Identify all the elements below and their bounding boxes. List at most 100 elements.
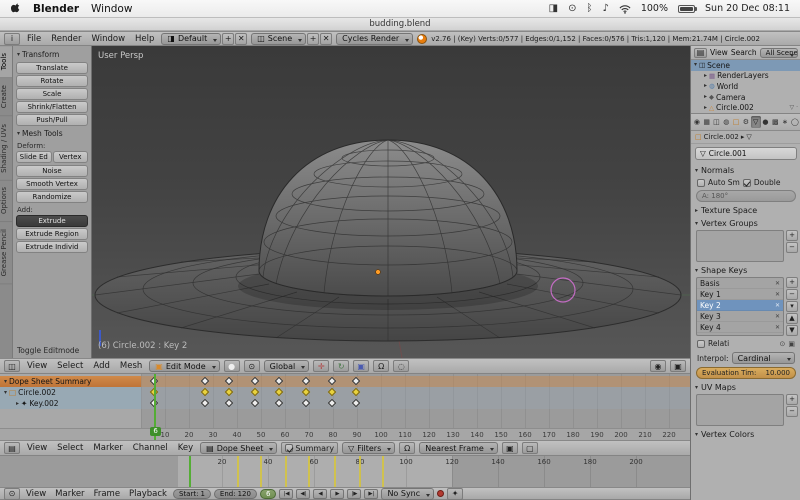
- dope-menu-key[interactable]: Key: [175, 443, 196, 453]
- tab-object[interactable]: □: [731, 116, 741, 128]
- close-icon[interactable]: ✕: [775, 302, 780, 309]
- summary-toggle[interactable]: Summary: [281, 442, 339, 454]
- uv-maps-panel-header[interactable]: ▾ UV Maps: [691, 380, 800, 393]
- rotate-button[interactable]: Rotate: [16, 75, 88, 87]
- mesh-dome[interactable]: [258, 139, 518, 297]
- extrude-menu-button[interactable]: Extrude: [16, 215, 88, 227]
- channel-dope-sheet-summary[interactable]: ▾ Dope Sheet Summary: [0, 376, 141, 387]
- outliner-item-camera[interactable]: ▸ ◆ Camera: [691, 92, 800, 103]
- add-layout-button[interactable]: +: [222, 32, 235, 45]
- randomize-button[interactable]: Randomize: [16, 191, 88, 203]
- viewport-3d[interactable]: User Persp (6) Circle.002 : Key 2 Tools …: [0, 46, 690, 358]
- interpolation-select[interactable]: Cardinal: [731, 352, 795, 364]
- expand-icon[interactable]: ▸: [704, 94, 707, 100]
- copy-keyframes-button[interactable]: ▣: [501, 442, 518, 454]
- shape-key-basis[interactable]: Basis ✕: [697, 278, 783, 289]
- shapekey-add-button[interactable]: +: [786, 277, 798, 288]
- tab-render[interactable]: ◉: [692, 116, 702, 128]
- extrude-individual-button[interactable]: Extrude Individ: [16, 241, 88, 253]
- filters-dropdown[interactable]: ▽ Filters: [342, 442, 396, 454]
- dope-editor-type-button[interactable]: ▤: [4, 442, 20, 454]
- edit-mode-display-icon[interactable]: ▣: [788, 340, 795, 348]
- translate-button[interactable]: Translate: [16, 62, 88, 74]
- dope-menu-view[interactable]: View: [24, 443, 50, 453]
- shape-keys-panel-header[interactable]: ▾ Shape Keys: [691, 263, 800, 276]
- auto-keyframe-record-button[interactable]: [437, 490, 445, 497]
- normals-panel-header[interactable]: ▾ Normals: [691, 163, 800, 176]
- shape-key-1[interactable]: Key 1 ✕: [697, 289, 783, 300]
- apple-menu-icon[interactable]: [10, 2, 21, 15]
- smooth-angle-slider[interactable]: A: 180°: [696, 190, 796, 202]
- vertex-groups-panel-header[interactable]: ▾ Vertex Groups: [691, 216, 800, 229]
- start-frame-field[interactable]: Start: 1: [172, 488, 211, 499]
- wifi-icon[interactable]: [619, 4, 631, 14]
- proportional-edit-button[interactable]: ◌: [393, 360, 410, 372]
- timeline-keyframe-line[interactable]: [237, 456, 240, 487]
- dope-sheet-ruler[interactable]: 10 20 30 40 50 60 70 80 90 100 110 120 130 140 150 160 1…: [0, 428, 690, 440]
- timeline-editor-type-button[interactable]: ⊙: [4, 487, 20, 500]
- current-frame-field[interactable]: 6: [259, 488, 277, 499]
- outliner-item-world[interactable]: ▸ ◍ World: [691, 81, 800, 92]
- mode-select[interactable]: ▣ Edit Mode: [149, 360, 220, 372]
- channel-key-002[interactable]: ▸ ✦ Key.002: [0, 398, 141, 409]
- keying-set-button[interactable]: ✦: [447, 487, 464, 500]
- shapekey-move-down-button[interactable]: ▼: [786, 325, 798, 336]
- manipulator-scale-button[interactable]: ▣: [353, 360, 370, 372]
- dope-menu-select[interactable]: Select: [54, 443, 86, 453]
- render-opengl-button[interactable]: ◉: [650, 360, 666, 372]
- shrink-flatten-button[interactable]: Shrink/Flatten: [16, 101, 88, 113]
- outliner-item-scene[interactable]: ▾ ◫ Scene: [691, 60, 800, 71]
- operator-redo-panel[interactable]: Toggle Editmode: [17, 346, 79, 355]
- menu-file[interactable]: File: [24, 34, 44, 44]
- tl-menu-frame[interactable]: Frame: [91, 489, 123, 499]
- volume-icon[interactable]: ♪: [602, 3, 608, 14]
- timeline-keyframe-line[interactable]: [333, 456, 336, 487]
- pivot-point-button[interactable]: ⊙: [243, 360, 260, 372]
- smooth-vertex-button[interactable]: Smooth Vertex: [16, 178, 88, 190]
- expand-icon[interactable]: ▸: [704, 104, 707, 111]
- delete-layout-button[interactable]: ✕: [235, 32, 248, 45]
- tl-menu-view[interactable]: View: [23, 489, 49, 499]
- snap-toggle-button[interactable]: Ω: [399, 442, 416, 454]
- tab-particles[interactable]: ∗: [780, 116, 790, 128]
- add-scene-button[interactable]: +: [307, 32, 320, 45]
- app-menu-blender[interactable]: Blender: [33, 3, 79, 15]
- relative-checkbox[interactable]: [697, 339, 705, 348]
- sync-mode-select[interactable]: No Sync: [381, 487, 435, 500]
- paste-keyframes-button[interactable]: ▢: [521, 442, 538, 454]
- manipulator-translate-button[interactable]: ✛: [313, 360, 330, 372]
- menu-help[interactable]: Help: [132, 34, 157, 44]
- shape-key-2[interactable]: Key 2 ✕: [697, 300, 783, 311]
- prev-keyframe-button[interactable]: ◀|: [296, 488, 311, 499]
- render-engine-select[interactable]: Cycles Render: [336, 32, 414, 45]
- timeline-keyframe-line[interactable]: [285, 456, 288, 487]
- shapekey-move-up-button[interactable]: ▲: [786, 313, 798, 324]
- timeline-keyframe-line[interactable]: [308, 456, 311, 487]
- expand-icon[interactable]: ▸: [704, 83, 707, 89]
- timeline-keyframe-line[interactable]: [382, 456, 384, 487]
- vgroup-remove-button[interactable]: −: [786, 242, 798, 253]
- vp-menu-mesh[interactable]: Mesh: [117, 361, 145, 371]
- pin-icon[interactable]: ⊙: [780, 340, 786, 348]
- vp-menu-select[interactable]: Select: [54, 361, 86, 371]
- close-icon[interactable]: ✕: [775, 291, 780, 298]
- close-icon[interactable]: ✕: [775, 313, 780, 320]
- shapekey-remove-button[interactable]: −: [786, 289, 798, 300]
- vp-menu-add[interactable]: Add: [90, 361, 112, 371]
- menubar-clock[interactable]: Sun 20 Dec 08:11: [705, 3, 790, 14]
- auto-smooth-checkbox[interactable]: [697, 178, 705, 187]
- tab-material[interactable]: ●: [761, 116, 771, 128]
- mesh-name-field[interactable]: ▽ Circle.001: [695, 147, 797, 160]
- menu-render[interactable]: Render: [48, 34, 84, 44]
- close-icon[interactable]: ✕: [775, 280, 780, 287]
- active-vertex[interactable]: [375, 269, 381, 275]
- vertex-groups-list[interactable]: [696, 230, 784, 262]
- time-machine-icon[interactable]: ⊙: [568, 3, 576, 14]
- shape-key-3[interactable]: Key 3 ✕: [697, 311, 783, 322]
- edge-slide-button[interactable]: Slide Ed: [16, 151, 52, 163]
- shelf-tab-options[interactable]: Options: [0, 180, 12, 223]
- transform-orientation-select[interactable]: Global: [263, 360, 310, 372]
- delete-scene-button[interactable]: ✕: [320, 32, 333, 45]
- uv-maps-list[interactable]: [696, 394, 784, 426]
- dope-menu-channel[interactable]: Channel: [130, 443, 171, 453]
